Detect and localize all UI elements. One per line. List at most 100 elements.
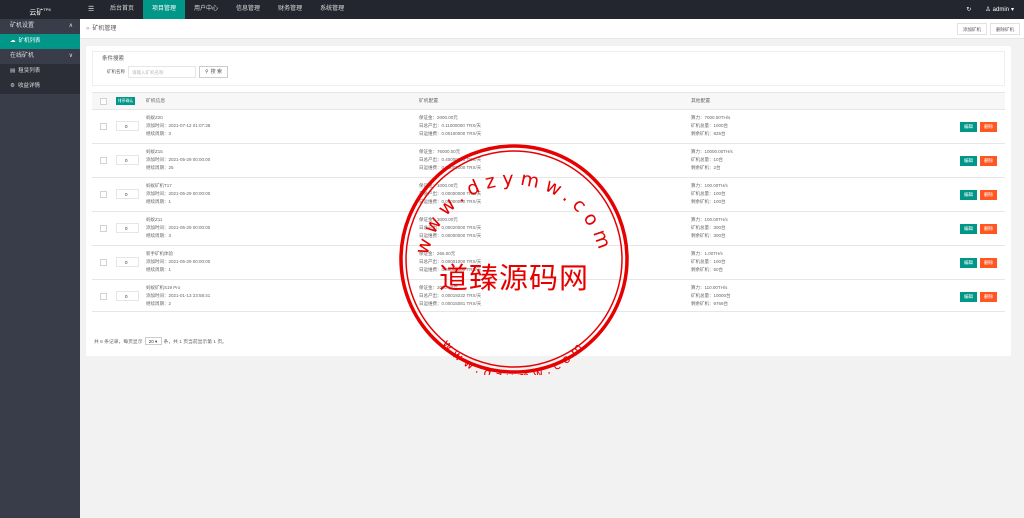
- row-checkbox[interactable]: [100, 293, 107, 300]
- cloud-icon: ☁: [10, 38, 16, 44]
- miner-info-cell: 蚂蚁Z15 添加时间：2021-05-29 00:00:00 继续周期：25: [146, 149, 211, 170]
- row-checkbox[interactable]: [100, 191, 107, 198]
- delete-button[interactable]: 删除: [980, 224, 997, 234]
- gear-icon: ⚙: [10, 83, 15, 89]
- delete-button[interactable]: 删除: [980, 156, 997, 166]
- miner-config-cell: 保证金：1000.00元 日总产出：0.00000000 TRX/天 日运维费：0.…: [419, 183, 482, 204]
- content-card: 条件搜索 矿机名称 ⚲ 搜 索 排序确认 矿机信息 矿机配置 其他配置: [86, 46, 1011, 356]
- sort-input[interactable]: 0: [116, 189, 139, 199]
- other-config-cell: 算力：100.00TH/s 矿机总量：300台 剩余矿机：300台: [691, 217, 728, 238]
- row-checkbox[interactable]: [100, 157, 107, 164]
- chevron-down-icon: ▾: [1010, 7, 1014, 13]
- top-right-tools: ↻ ♙ admin ▾: [966, 0, 1014, 19]
- delete-button[interactable]: 删除: [980, 292, 997, 302]
- filter-row: 矿机名称 ⚲ 搜 索: [107, 66, 229, 78]
- filter-panel: 条件搜索 矿机名称 ⚲ 搜 索: [92, 51, 1005, 86]
- sort-input[interactable]: 0: [116, 257, 139, 267]
- sidebar: 矿机设置 ∧ ☁ 矿机列表 在线矿机 ∨ ▤ 租赁列表 ⚙ 收益详情: [0, 19, 80, 518]
- search-button[interactable]: ⚲ 搜 索: [199, 66, 229, 78]
- list-icon: ▤: [10, 68, 16, 74]
- sidebar-item-income-detail[interactable]: ⚙ 收益详情: [0, 79, 80, 94]
- filter-label: 矿机名称: [107, 69, 125, 74]
- edit-button[interactable]: 编辑: [960, 122, 977, 132]
- miner-config-cell: 保证金：76000.00元 日总产出：0.40000000 TRX/天 日运维费：0…: [419, 149, 482, 170]
- pager-suffix: 条，共 1 页当前显示第 1 页。: [163, 339, 227, 345]
- edit-button[interactable]: 编辑: [960, 292, 977, 302]
- logo: 云矿TP6: [29, 7, 51, 17]
- edit-button[interactable]: 编辑: [960, 190, 977, 200]
- row-actions: 编辑 删除: [960, 190, 997, 200]
- delete-button[interactable]: 删除: [980, 258, 997, 268]
- row-actions: 编辑 删除: [960, 224, 997, 234]
- page-size-select[interactable]: 20 ▾: [144, 337, 162, 345]
- table-row: 0 蚂蚁矿机T17 添加时间：2021-05-29 00:00:00 继续周期：1 …: [92, 178, 1005, 212]
- menu-toggle-icon[interactable]: ☰: [88, 0, 94, 19]
- user-menu[interactable]: ♙ admin ▾: [985, 6, 1014, 14]
- row-actions: 编辑 删除: [960, 292, 997, 302]
- sidebar-group-online-miners[interactable]: 在线矿机 ∨: [0, 49, 80, 64]
- header-miner-config: 矿机配置: [419, 99, 439, 104]
- header-other-config: 其他配置: [691, 99, 711, 104]
- miner-info-cell: 蚂蚁Z20 添加时间：2021-07-12 01:07:38 继续周期：3: [146, 115, 211, 136]
- nav-item-projects[interactable]: 项目管理: [143, 0, 186, 19]
- row-checkbox[interactable]: [100, 123, 107, 130]
- refresh-icon[interactable]: ↻: [966, 6, 971, 13]
- sort-input[interactable]: 0: [116, 291, 139, 301]
- add-miner-button[interactable]: 添加矿机: [957, 23, 987, 35]
- breadcrumb-bar: » 矿机管理 添加矿机 删除矿机: [80, 19, 1024, 39]
- row-actions: 编辑 删除: [960, 258, 997, 268]
- sidebar-item-lease-list[interactable]: ▤ 租赁列表: [0, 64, 80, 79]
- other-config-cell: 算力：100.00TH/s 矿机总量：100台 剩余矿机：100台: [691, 183, 728, 204]
- row-actions: 编辑 删除: [960, 156, 997, 166]
- header-miner-info: 矿机信息: [146, 99, 166, 104]
- delete-miner-button[interactable]: 删除矿机: [990, 23, 1020, 35]
- sort-input[interactable]: 0: [116, 223, 139, 233]
- edit-button[interactable]: 编辑: [960, 156, 977, 166]
- miner-info-cell: 蚂蚁矿机T17 添加时间：2021-05-29 00:00:00 继续周期：1: [146, 183, 211, 204]
- miner-config-cell: 保证金：2000.00元 日总产出：0.11000000 TRX/天 日运维费：0.…: [419, 115, 482, 136]
- filter-legend: 条件搜索: [99, 54, 128, 62]
- other-config-cell: 算力：110.00TH/s 矿机总量：10000台 剩余矿机：9769台: [691, 285, 731, 306]
- miner-info-cell: 蚂蚁矿机S19 Pro 添加时间：2021-01-13 23:58:41 继续周期：…: [146, 285, 211, 306]
- top-nav: 后台首页 项目管理 用户中心 信息管理 财务管理 系统管理: [101, 0, 353, 19]
- miner-info-cell: 蚂蚁Z11 添加时间：2021-05-29 00:00:00 继续周期：3: [146, 217, 211, 238]
- edit-button[interactable]: 编辑: [960, 224, 977, 234]
- top-bar: 云矿TP6 ☰ 后台首页 项目管理 用户中心 信息管理 财务管理 系统管理 ↻ …: [0, 0, 1024, 19]
- user-icon: ♙: [985, 7, 991, 13]
- search-icon: ⚲: [205, 69, 209, 75]
- pagination: 共 6 条记录，每页显示 20 ▾ 条，共 1 页当前显示第 1 页。: [94, 337, 227, 345]
- sidebar-group-miner-settings[interactable]: 矿机设置 ∧: [0, 19, 80, 34]
- pager-prefix: 共 6 条记录，每页显示: [94, 339, 143, 345]
- double-arrow-icon: »: [86, 26, 90, 32]
- nav-item-home[interactable]: 后台首页: [101, 0, 143, 19]
- delete-button[interactable]: 删除: [980, 190, 997, 200]
- nav-item-finance[interactable]: 财务管理: [269, 0, 311, 19]
- miner-config-cell: 保证金：3000.00元 日总产出：0.00020000 TRX/天 日运维费：0.…: [419, 217, 482, 238]
- delete-button[interactable]: 删除: [980, 122, 997, 132]
- chevron-up-icon: ∧: [68, 23, 73, 29]
- table-row: 0 蚂蚁Z15 添加时间：2021-05-29 00:00:00 继续周期：25 保…: [92, 144, 1005, 178]
- table-row: 0 蚂蚁Z11 添加时间：2021-05-29 00:00:00 继续周期：3 保证…: [92, 212, 1005, 246]
- app-root: 云矿TP6 ☰ 后台首页 项目管理 用户中心 信息管理 财务管理 系统管理 ↻ …: [0, 0, 1024, 518]
- table-header: 排序确认 矿机信息 矿机配置 其他配置: [92, 93, 1005, 110]
- select-all-checkbox[interactable]: [100, 98, 107, 105]
- nav-item-info[interactable]: 信息管理: [227, 0, 269, 19]
- sort-input[interactable]: 0: [116, 155, 139, 165]
- edit-button[interactable]: 编辑: [960, 258, 977, 268]
- miner-name-input[interactable]: [128, 66, 196, 78]
- row-checkbox[interactable]: [100, 259, 107, 266]
- user-name: admin: [992, 6, 1009, 13]
- nav-item-users[interactable]: 用户中心: [185, 0, 227, 19]
- other-config-cell: 算力：7000.00TH/s 矿机总量：1000台 剩余矿机：825台: [691, 115, 731, 136]
- chevron-up-icon: ∨: [68, 53, 73, 59]
- row-actions: 编辑 删除: [960, 122, 997, 132]
- table-row: 0 蚂蚁Z20 添加时间：2021-07-12 01:07:38 继续周期：3 保证…: [92, 110, 1005, 144]
- nav-item-system[interactable]: 系统管理: [311, 0, 353, 19]
- sort-confirm-button[interactable]: 排序确认: [116, 97, 136, 105]
- watermark-center-text: 道臻源码网: [438, 261, 589, 295]
- sidebar-item-miner-list[interactable]: ☁ 矿机列表: [0, 34, 80, 49]
- sort-input[interactable]: 0: [116, 121, 139, 131]
- row-checkbox[interactable]: [100, 225, 107, 232]
- other-config-cell: 算力：1.00TH/s 矿机总量：100台 剩余矿机：50台: [691, 251, 726, 272]
- breadcrumb-label: 矿机管理: [92, 26, 117, 32]
